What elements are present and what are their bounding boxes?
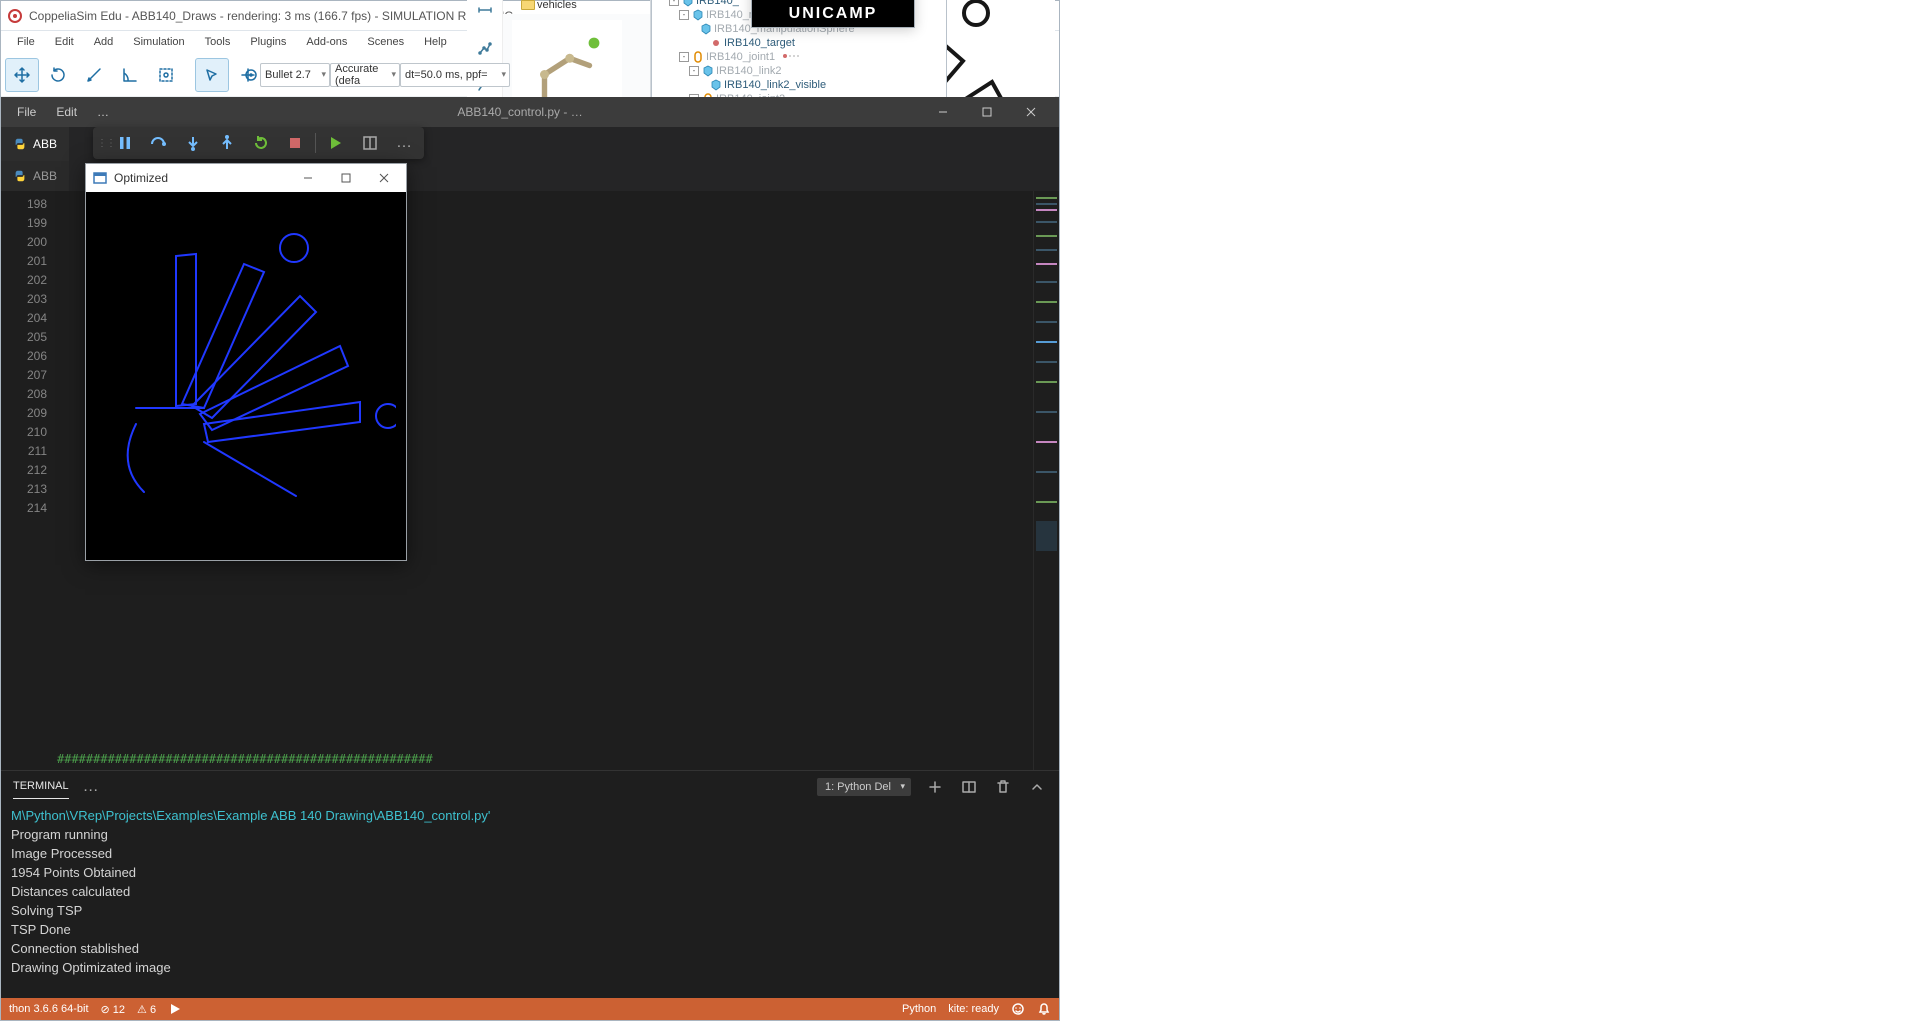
- status-python-version[interactable]: thon 3.6.6 64-bit: [9, 1003, 89, 1015]
- model-tree[interactable]: +components+equipment+examples+furniture…: [503, 0, 650, 14]
- main-toolbar: Bullet 2.7 Accurate (defa dt=50.0 ms, pp…: [1, 53, 1059, 97]
- camera-pan-button[interactable]: [5, 58, 39, 92]
- menu-edit[interactable]: Edit: [45, 34, 84, 50]
- status-warnings[interactable]: ⚠ 6: [137, 1003, 156, 1016]
- select-button[interactable]: [195, 58, 229, 92]
- optimized-canvas: [86, 192, 406, 560]
- comment-line: ########################################…: [57, 752, 1033, 766]
- menu-scenes[interactable]: Scenes: [357, 34, 414, 50]
- optimized-window-title: Optimized: [114, 171, 286, 185]
- editor-tab-secondary-label: ABB: [33, 169, 57, 183]
- scene-hierarchy-item[interactable]: IRB140_target: [652, 36, 946, 50]
- menu-addons[interactable]: Add-ons: [296, 34, 357, 50]
- debug-grip-icon[interactable]: ⋮⋮: [97, 138, 107, 149]
- scene-hierarchy-item[interactable]: -IRB140_link2: [652, 64, 946, 78]
- vscode-maximize[interactable]: [965, 97, 1009, 127]
- terminal-path-line: M\Python\VRep\Projects\Examples\Example …: [11, 806, 1049, 825]
- terminal-output-line: Drawing Optimizated image: [11, 958, 1049, 977]
- terminal-output-line: Connection stablished: [11, 939, 1049, 958]
- vscode-menu-more[interactable]: …: [87, 101, 119, 123]
- terminal-more[interactable]: …: [83, 778, 99, 796]
- editor-tab-secondary[interactable]: ABB: [1, 161, 69, 191]
- terminal-header: TERMINAL … 1: Python Del: [1, 770, 1059, 802]
- terminal-tab[interactable]: TERMINAL: [13, 774, 69, 799]
- vscode-menu-file[interactable]: File: [7, 101, 46, 123]
- camera-rotate-button[interactable]: [41, 58, 75, 92]
- scene-hierarchy-item[interactable]: IRB140_link2_visible: [652, 78, 946, 92]
- debug-pause-button[interactable]: [109, 129, 141, 157]
- vscode-close[interactable]: [1009, 97, 1053, 127]
- vscode-window-title: ABB140_control.py - …: [119, 105, 921, 119]
- menu-file[interactable]: File: [7, 34, 45, 50]
- ik-tool-icon[interactable]: [471, 34, 499, 62]
- optimized-close[interactable]: [368, 166, 400, 190]
- app-icon: [7, 8, 23, 24]
- editor-gutter: 1981992002012022032042052062072082092102…: [1, 191, 57, 770]
- terminal-output-line: Image Processed: [11, 844, 1049, 863]
- terminal-new-icon[interactable]: [925, 777, 945, 797]
- optimized-window-icon: [92, 170, 108, 186]
- menu-tools[interactable]: Tools: [195, 34, 241, 50]
- terminal-body[interactable]: M\Python\VRep\Projects\Examples\Example …: [1, 802, 1059, 998]
- editor-tab-label: ABB: [33, 137, 57, 151]
- terminal-chevron-up-icon[interactable]: [1027, 777, 1047, 797]
- debug-step-over-button[interactable]: [143, 129, 175, 157]
- status-bar: thon 3.6.6 64-bit ⊘ 12 ⚠ 6 Python kite: …: [1, 998, 1059, 1020]
- logo-floating-window[interactable]: UNICAMP: [751, 0, 915, 28]
- debug-step-into-button[interactable]: [177, 129, 209, 157]
- dt-combo[interactable]: dt=50.0 ms, ppf=: [400, 63, 510, 87]
- debug-stop-button[interactable]: [279, 129, 311, 157]
- dynamics-toggle[interactable]: [242, 58, 260, 92]
- terminal-split-icon[interactable]: [959, 777, 979, 797]
- debug-toolbar[interactable]: ⋮⋮ …: [93, 127, 424, 159]
- vscode-menu-edit[interactable]: Edit: [46, 101, 87, 123]
- redo-button[interactable]: Bullet 2.7 Accurate (defa dt=50.0 ms, pp…: [431, 58, 465, 92]
- optimized-maximize[interactable]: [330, 166, 362, 190]
- menu-simulation[interactable]: Simulation: [123, 34, 194, 50]
- status-kite[interactable]: kite: ready: [948, 1003, 999, 1015]
- camera-angle-button[interactable]: [113, 58, 147, 92]
- optimized-window[interactable]: Optimized: [85, 163, 407, 561]
- python-file-icon: [13, 169, 27, 183]
- accuracy-combo[interactable]: Accurate (defa: [330, 63, 400, 87]
- fit-view-button[interactable]: [149, 58, 183, 92]
- menu-help[interactable]: Help: [414, 34, 457, 50]
- minimap[interactable]: [1033, 191, 1059, 770]
- physics-engine-combo[interactable]: Bullet 2.7: [260, 63, 330, 87]
- debug-restart-button[interactable]: [245, 129, 277, 157]
- status-language[interactable]: Python: [902, 1003, 936, 1015]
- debug-step-out-button[interactable]: [211, 129, 243, 157]
- status-debug-launch-icon[interactable]: [168, 1002, 182, 1016]
- status-feedback-icon[interactable]: [1011, 1002, 1025, 1016]
- terminal-selector[interactable]: 1: Python Del: [817, 778, 911, 796]
- status-errors[interactable]: ⊘ 12: [101, 1003, 126, 1016]
- status-bell-icon[interactable]: [1037, 1002, 1051, 1016]
- terminal-trash-icon[interactable]: [993, 777, 1013, 797]
- optimized-minimize[interactable]: [292, 166, 324, 190]
- debug-continue-button[interactable]: [320, 129, 352, 157]
- terminal-output-line: 1954 Points Obtained: [11, 863, 1049, 882]
- terminal-output-line: Distances calculated: [11, 882, 1049, 901]
- python-file-icon: [13, 137, 27, 151]
- editor-tab-active[interactable]: ABB: [1, 127, 69, 161]
- model-tree-item[interactable]: vehicles: [503, 0, 650, 12]
- vscode-minimize[interactable]: [921, 97, 965, 127]
- unicamp-logo-text: UNICAMP: [789, 5, 878, 23]
- coppeliasim-window: CoppeliaSim Edu - ABB140_Draws - renderi…: [0, 0, 1060, 1021]
- distance-tool-icon[interactable]: [471, 0, 499, 24]
- camera-shift-button[interactable]: [77, 58, 111, 92]
- terminal-output-line: Program running: [11, 825, 1049, 844]
- debug-layout-button[interactable]: [354, 129, 386, 157]
- vscode-title-bar[interactable]: File Edit … ABB140_control.py - …: [1, 97, 1059, 127]
- terminal-output-line: TSP Done: [11, 920, 1049, 939]
- menu-add[interactable]: Add: [84, 34, 124, 50]
- debug-more-button[interactable]: …: [388, 129, 420, 157]
- menu-plugins[interactable]: Plugins: [240, 34, 296, 50]
- scene-hierarchy-item[interactable]: -IRB140_joint1: [652, 50, 946, 64]
- vscode-window: File Edit … ABB140_control.py - … ⋮⋮ … A…: [1, 97, 1059, 1020]
- terminal-output-line: Solving TSP: [11, 901, 1049, 920]
